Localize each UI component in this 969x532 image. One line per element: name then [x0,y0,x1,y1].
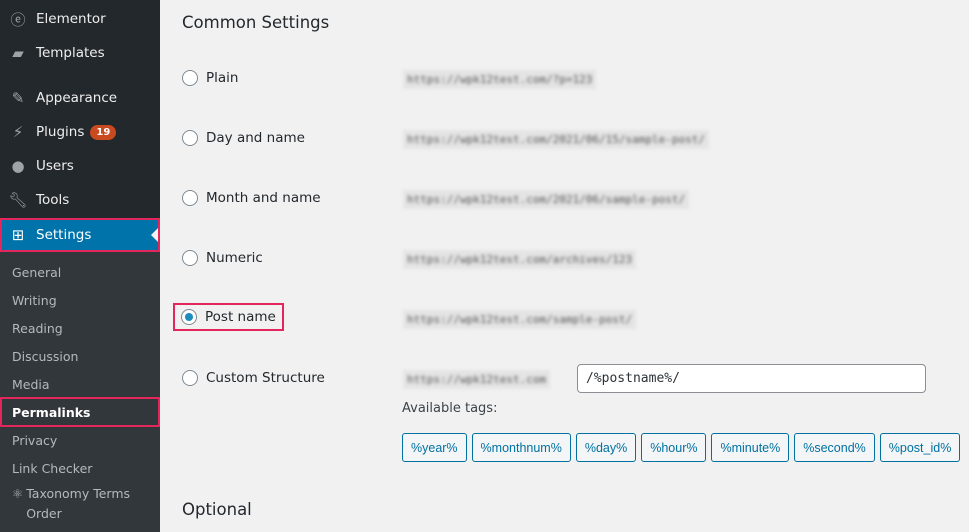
option-month-and-name[interactable]: Month and name [182,183,321,213]
radio-numeric[interactable] [182,250,198,266]
menu-label: Settings [36,227,92,243]
common-settings-heading: Common Settings [182,13,330,32]
tag-button-minute[interactable]: %minute% [711,433,790,462]
option-label: Day and name [206,130,305,146]
option-plain[interactable]: Plain [182,63,238,93]
radio-day-and-name[interactable] [182,130,198,146]
tag-button-post-id[interactable]: %post_id% [879,433,961,462]
tag-button-second[interactable]: %second% [794,433,875,462]
admin-sidebar: ⓔ Elementor ▰ Templates ✎ Appearance ⚡ Plugi… [0,0,160,532]
menu-item-templates[interactable]: ▰ Templates [0,36,160,70]
option-numeric[interactable]: Numeric [182,243,263,273]
menu-item-elementor[interactable]: ⓔ Elementor [0,2,160,36]
option-custom-structure[interactable]: Custom Structure [182,363,325,393]
menu-item-tools[interactable]: 🔧︎ Tools [0,183,160,217]
current-arrow [151,228,158,242]
submenu-discussion[interactable]: Discussion [0,342,160,370]
radio-month-and-name[interactable] [182,190,198,206]
submenu-reading[interactable]: Reading [0,314,160,342]
optional-heading: Optional [182,500,252,519]
option-label: Custom Structure [206,370,325,386]
tag-button-year[interactable]: %year% [402,433,467,462]
submenu-privacy[interactable]: Privacy [0,426,160,454]
submenu-media[interactable]: Media [0,370,160,398]
menu-label: Templates [36,45,105,61]
permalink-settings: Common Settings Plain https://wpk12test.… [160,0,969,532]
submenu-taxonomy-terms-order[interactable]: ⚛ Taxonomy Terms Order [0,484,150,528]
menu-label: Plugins [36,124,85,140]
radio-post-name[interactable] [181,309,197,325]
plugin-icon: ⚡ [12,123,24,141]
folder-icon: ▰ [12,44,24,62]
menu-item-users[interactable]: ● Users [0,149,160,183]
submenu-label: Taxonomy Terms Order [26,486,131,521]
url-base: https://wpk12test.com [403,370,551,389]
url-example: https://wpk12test.com/sample-post/ [403,310,637,329]
submenu-permalinks[interactable]: Permalinks [0,397,160,427]
available-tags: %year% %monthnum% %day% %hour% %minute% … [402,433,962,462]
menu-item-plugins[interactable]: ⚡ Plugins 19 [0,115,160,149]
option-label: Plain [206,70,239,86]
option-label: Post name [205,309,276,325]
url-example: https://wpk12test.com/2021/06/sample-pos… [403,190,690,209]
atom-icon: ⚛ [12,486,24,501]
available-tags-label: Available tags: [402,401,498,416]
menu-label: Appearance [36,90,118,106]
menu-label: Tools [36,192,70,208]
user-icon: ● [11,157,25,175]
radio-plain[interactable] [182,70,198,86]
settings-icon: ⊞ [11,226,25,244]
submenu-general[interactable]: General [0,258,160,286]
url-example: https://wpk12test.com/2021/06/15/sample-… [403,130,710,149]
tag-button-monthnum[interactable]: %monthnum% [471,433,571,462]
elementor-icon: ⓔ [10,10,26,29]
menu-label: Elementor [36,11,106,27]
url-example: https://wpk12test.com/?p=123 [403,70,597,89]
custom-structure-input[interactable] [577,364,926,393]
menu-label: Users [36,158,74,174]
settings-submenu: General Writing Reading Discussion Media… [0,252,160,532]
update-count-badge: 19 [90,124,117,140]
url-example: https://wpk12test.com/archives/123 [403,250,637,269]
brush-icon: ✎ [11,89,25,107]
option-label: Month and name [206,190,321,206]
option-post-name[interactable]: Post name [173,302,284,332]
option-label: Numeric [206,250,263,266]
radio-custom-structure[interactable] [182,370,198,386]
submenu-writing[interactable]: Writing [0,286,160,314]
submenu-link-checker[interactable]: Link Checker [0,454,160,482]
menu-item-settings[interactable]: ⊞ Settings [0,218,160,252]
option-day-and-name[interactable]: Day and name [182,123,305,153]
wrench-icon: 🔧︎ [8,191,28,209]
tag-button-hour[interactable]: %hour% [641,433,707,462]
tag-button-day[interactable]: %day% [575,433,637,462]
menu-item-appearance[interactable]: ✎ Appearance [0,81,160,115]
